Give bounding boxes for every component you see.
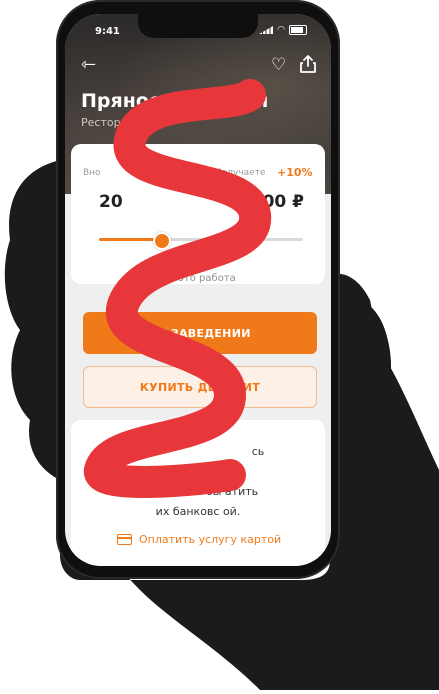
info-icon: i bbox=[137, 272, 150, 285]
status-icons: ◠ bbox=[259, 25, 307, 35]
receive-amount: 0 000 ₽ bbox=[233, 192, 304, 212]
how-it-works-link[interactable]: i Как это работа bbox=[137, 272, 236, 285]
signal-icon bbox=[259, 26, 274, 34]
info-line: их банковс ой. bbox=[155, 505, 241, 518]
pay-by-card-label: Оплатить услугу картой bbox=[139, 533, 282, 546]
share-icon[interactable] bbox=[299, 54, 317, 74]
status-bar: 9:41 ◠ bbox=[65, 14, 331, 44]
receive-label: Получаете bbox=[215, 168, 266, 178]
app-screen: 9:41 ◠ ⇽ ♡ Пряности и ра ти Ресторан Вно… bbox=[65, 14, 331, 566]
deposit-amount: 20 bbox=[99, 192, 123, 212]
how-it-works-label: Как это работа bbox=[156, 273, 236, 284]
deposit-label: Вно bbox=[83, 168, 101, 178]
card-icon bbox=[117, 534, 132, 545]
pay-by-card-link[interactable]: Оплатить услугу картой bbox=[117, 533, 281, 546]
battery-icon bbox=[289, 25, 307, 35]
place-title: Пряности и ра ти bbox=[81, 90, 269, 112]
bonus-percent: +10% bbox=[277, 166, 313, 179]
info-text: сь услуг ения? Вы можете бы атить их бан… bbox=[85, 442, 311, 522]
pay-in-venue-button[interactable]: ОТ ЗАВЕДЕНИИ bbox=[83, 312, 317, 354]
status-time: 9:41 bbox=[95, 26, 120, 37]
info-line: Вы можете бы атить bbox=[137, 485, 259, 498]
heart-icon[interactable]: ♡ bbox=[271, 56, 286, 74]
wifi-icon: ◠ bbox=[277, 25, 285, 35]
top-bar: ⇽ ♡ bbox=[65, 54, 331, 78]
info-line: услуг ения? bbox=[163, 465, 233, 478]
buy-deposit-button[interactable]: КУПИТЬ ДЕПОЗИТ bbox=[83, 366, 317, 408]
slider-fill bbox=[99, 238, 161, 241]
deposit-card bbox=[71, 144, 325, 284]
deposit-slider[interactable] bbox=[99, 232, 303, 250]
info-line: сь bbox=[251, 445, 265, 458]
place-subtitle: Ресторан bbox=[81, 116, 135, 129]
back-icon[interactable]: ⇽ bbox=[81, 56, 96, 74]
